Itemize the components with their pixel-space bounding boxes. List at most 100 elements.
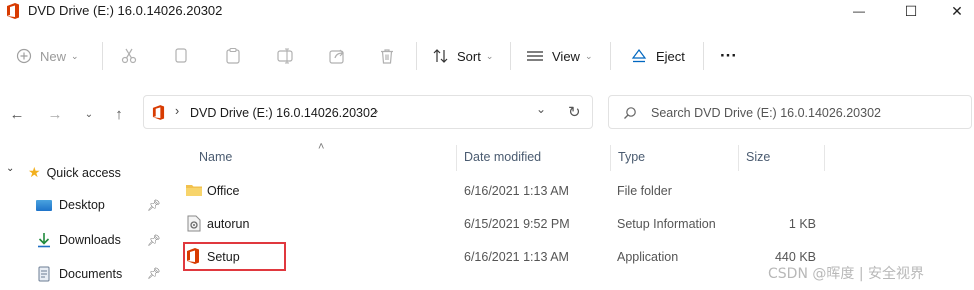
minimize-icon: — <box>853 4 865 18</box>
copy-button[interactable] <box>172 36 190 76</box>
sort-label: Sort <box>457 48 481 64</box>
sidebar-item-documents[interactable]: Documents <box>36 266 122 282</box>
file-date: 6/16/2021 1:13 AM <box>464 250 569 264</box>
file-type: File folder <box>617 184 672 198</box>
new-button[interactable]: New ⌄ <box>16 36 79 76</box>
eject-icon <box>631 49 647 63</box>
eject-label: Eject <box>656 48 685 64</box>
column-header-name[interactable]: Name <box>199 150 232 164</box>
address-history-chevron-icon[interactable]: ⌄ <box>536 102 546 116</box>
chevron-down-icon: ⌄ <box>485 50 494 61</box>
documents-icon <box>38 266 50 282</box>
star-icon: ★ <box>28 164 41 180</box>
table-row[interactable]: Setup 6/16/2021 1:13 AM Application 440 … <box>180 242 840 271</box>
download-icon <box>38 233 50 248</box>
watermark-text: CSDN @晖度 | 安全视界 <box>768 266 924 282</box>
file-name: autorun <box>207 217 250 231</box>
file-size: 440 KB <box>774 250 816 264</box>
sidebar-item-quick-access[interactable]: ★ Quick access <box>28 164 121 181</box>
sort-button[interactable]: Sort ⌄ <box>432 36 493 76</box>
copy-icon <box>175 48 187 63</box>
folder-icon <box>186 185 202 196</box>
column-divider[interactable] <box>824 145 825 171</box>
desktop-icon <box>36 199 52 211</box>
back-button[interactable]: ← <box>4 95 30 133</box>
maximize-button[interactable]: ☐ <box>888 0 934 22</box>
file-date: 6/16/2021 1:13 AM <box>464 184 569 198</box>
share-button[interactable] <box>328 36 346 76</box>
share-icon <box>329 49 344 64</box>
sidebar-item-label: Quick access <box>46 165 121 180</box>
arrow-right-icon: → <box>47 105 63 123</box>
office-app-icon <box>187 248 199 264</box>
column-divider[interactable] <box>738 145 739 171</box>
table-row[interactable]: Office 6/16/2021 1:13 AM File folder <box>180 180 840 204</box>
divider <box>610 42 611 70</box>
window-title: DVD Drive (E:) 16.0.14026.20302 <box>28 3 223 18</box>
command-bar: New ⌄ Sort ⌄ View ⌄ Eject ··· <box>0 34 974 78</box>
address-bar[interactable]: › DVD Drive (E:) 16.0.14026.20302 › ⌄ ↻ <box>143 95 593 129</box>
sidebar-item-label: Documents <box>59 267 123 281</box>
column-header-date[interactable]: Date modified <box>464 150 541 164</box>
sidebar-item-desktop[interactable]: Desktop <box>36 198 105 212</box>
up-button[interactable]: ↑ <box>106 95 132 133</box>
rename-button[interactable] <box>276 36 294 76</box>
arrow-up-icon: ↑ <box>115 105 123 123</box>
more-icon: ··· <box>720 46 737 65</box>
breadcrumb-current[interactable]: DVD Drive (E:) 16.0.14026.20302 <box>190 106 377 120</box>
close-button[interactable]: ✕ <box>934 0 974 22</box>
office-logo-icon <box>152 105 165 120</box>
column-divider[interactable] <box>610 145 611 171</box>
table-row[interactable]: autorun 6/15/2021 9:52 PM Setup Informat… <box>180 213 840 237</box>
plus-circle-icon <box>16 48 32 64</box>
eject-button[interactable]: Eject <box>630 36 685 76</box>
search-box[interactable]: Search DVD Drive (E:) 16.0.14026.20302 <box>608 95 972 129</box>
maximize-icon: ☐ <box>904 2 918 19</box>
delete-button[interactable] <box>378 36 396 76</box>
view-label: View <box>552 48 580 64</box>
file-name: Setup <box>207 250 240 264</box>
sort-ascending-icon: ˄ <box>318 141 325 153</box>
navigation-bar: ← → ⌄ ↑ › DVD Drive (E:) 16.0.14026.2030… <box>0 95 974 133</box>
trash-icon <box>381 49 393 64</box>
navigation-pane: ⌄ ★ Quick access Desktop 📌︎ Downloads 📌︎… <box>0 150 170 290</box>
recent-locations-button[interactable]: ⌄ <box>76 95 102 133</box>
pin-icon[interactable]: 📌︎ <box>147 199 161 212</box>
cut-button[interactable] <box>120 36 138 76</box>
minimize-button[interactable]: — <box>836 0 882 22</box>
scissors-icon <box>121 48 137 64</box>
paste-button[interactable] <box>224 36 242 76</box>
office-logo-icon <box>6 3 20 24</box>
sidebar-item-label: Desktop <box>59 198 105 212</box>
column-header-type[interactable]: Type <box>618 150 645 164</box>
column-divider[interactable] <box>456 145 457 171</box>
chevron-down-icon: ⌄ <box>71 50 79 61</box>
forward-button[interactable]: → <box>42 95 68 133</box>
expand-chevron-icon[interactable]: ⌄ <box>6 163 14 174</box>
sidebar-item-downloads[interactable]: Downloads <box>36 232 121 248</box>
divider <box>416 42 417 70</box>
column-header-size[interactable]: Size <box>746 150 770 164</box>
pin-icon[interactable]: 📌︎ <box>147 267 161 280</box>
file-name: Office <box>207 184 240 198</box>
file-type: Application <box>617 250 679 264</box>
chevron-down-icon: ⌄ <box>84 108 94 120</box>
refresh-icon[interactable]: ↻ <box>568 103 581 121</box>
search-icon <box>624 107 636 119</box>
view-list-icon <box>527 51 543 61</box>
chevron-down-icon: ⌄ <box>584 50 593 61</box>
more-options-button[interactable]: ··· <box>720 36 737 76</box>
view-button[interactable]: View ⌄ <box>526 36 593 76</box>
divider <box>102 42 103 70</box>
file-type: Setup Information <box>617 217 716 231</box>
arrow-left-icon: ← <box>9 105 25 123</box>
rename-icon <box>277 48 293 64</box>
highlight-box <box>183 242 286 271</box>
breadcrumb-separator: › <box>374 104 379 118</box>
breadcrumb-separator: › <box>175 104 180 118</box>
title-bar: DVD Drive (E:) 16.0.14026.20302 — ☐ ✕ <box>0 0 974 24</box>
sort-icon <box>433 49 448 63</box>
file-date: 6/15/2021 9:52 PM <box>464 217 570 231</box>
pin-icon[interactable]: 📌︎ <box>147 234 161 247</box>
search-placeholder: Search DVD Drive (E:) 16.0.14026.20302 <box>651 106 881 120</box>
